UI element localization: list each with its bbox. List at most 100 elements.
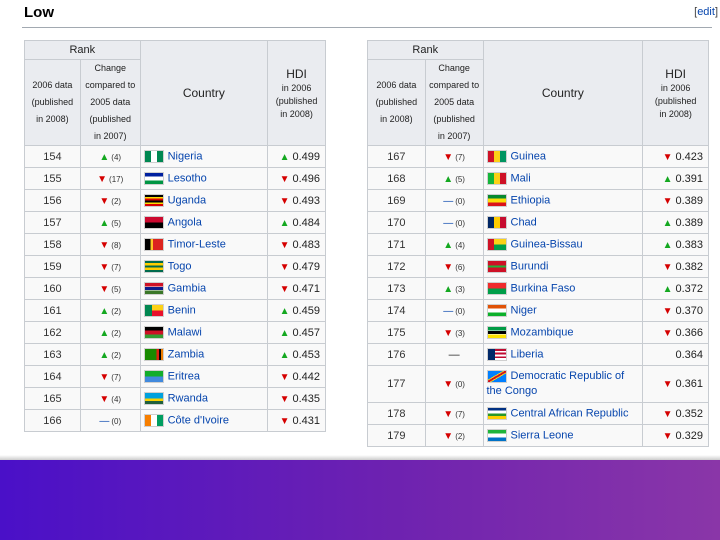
hdi-value: 0.352	[675, 407, 703, 420]
hdi-header-subline: (published	[275, 95, 318, 106]
hdi-up-icon: ▲	[662, 217, 673, 229]
change-cell: ▼ (4)	[79, 387, 141, 410]
rank-header: Rank	[367, 40, 484, 60]
table-row: 172 ▼ (6) Burundi ▼ 0.382	[367, 255, 709, 278]
change-header: Change compared to 2005 data (published in 2…	[79, 59, 141, 146]
hdi-value: 0.431	[292, 414, 320, 427]
change-amount: (5)	[455, 174, 465, 184]
country-link[interactable]: Mali	[511, 173, 531, 185]
table-row: 173 ▲ (3) Burkina Faso ▲ 0.372	[367, 277, 709, 300]
change-cell: ▲ (5)	[79, 211, 141, 234]
country-link[interactable]: Chad	[511, 217, 537, 229]
table-row: 158 ▼ (8) Timor-Leste ▼ 0.483	[24, 233, 326, 256]
country-link[interactable]: Lesotho	[168, 173, 207, 185]
hdi-cell: ▼ 0.442	[267, 365, 326, 388]
hdi-down-icon: ▼	[662, 305, 673, 317]
hdi-value: 0.366	[675, 326, 703, 339]
country-link[interactable]: Niger	[511, 305, 537, 317]
change-cell: ▲ (3)	[424, 277, 484, 300]
country-link[interactable]: Malawi	[168, 327, 202, 339]
country-link[interactable]: Angola	[168, 217, 202, 229]
hdi-value: 0.329	[675, 429, 703, 442]
rank-cell: 158	[24, 233, 81, 256]
country-link[interactable]: Ethiopia	[511, 195, 551, 207]
table-row: 178 ▼ (7) Central African Republic ▼ 0.352	[367, 402, 709, 425]
country-link[interactable]: Burkina Faso	[511, 283, 576, 295]
country-link[interactable]: Mozambique	[511, 327, 574, 339]
change-amount: (5)	[111, 218, 122, 228]
change-amount: (3)	[455, 284, 465, 294]
change-amount: (0)	[455, 218, 466, 228]
hdi-table-right: Rank Country HDI in 2006 (published in 2008) 2…	[367, 40, 709, 447]
hdi-cell: ▼ 0.423	[642, 145, 709, 168]
data-2006-header: 2006 data (published in 2008)	[24, 59, 81, 146]
change-down-icon: ▼	[443, 408, 454, 420]
hdi-down-icon: ▼	[279, 283, 290, 295]
country-link[interactable]: Guinea-Bissau	[511, 239, 583, 251]
change-cell: ▲ (4)	[79, 145, 141, 168]
hdi-value: 0.364	[675, 348, 703, 361]
change-header-line: Change	[438, 63, 470, 73]
table-row: 168 ▲ (5) Mali ▲ 0.391	[367, 167, 709, 190]
country-link[interactable]: Sierra Leone	[511, 430, 574, 442]
change-down-icon: ▼	[99, 393, 110, 405]
country-link[interactable]: Gambia	[168, 283, 207, 295]
table-row: 157 ▲ (5) Angola ▲ 0.484	[24, 211, 326, 234]
header-row: Rank Country HDI in 2006 (published in 2008)	[367, 40, 709, 146]
change-header-line: compared to	[85, 80, 136, 90]
table-row: 166— (0) Côte d'Ivoire ▼ 0.431	[24, 409, 326, 432]
hdi-cell: ▼ 0.382	[642, 255, 709, 278]
hdi-down-icon: ▼	[662, 327, 673, 339]
hdi-down-icon: ▼	[279, 393, 290, 405]
hdi-down-icon: ▼	[662, 408, 673, 420]
change-cell: ▼ (7)	[424, 402, 484, 425]
hdi-cell: ▲ 0.383	[642, 233, 709, 256]
country-link[interactable]: Central African Republic	[511, 408, 629, 420]
country-link[interactable]: Rwanda	[168, 393, 208, 405]
hdi-header-title: HDI	[665, 66, 686, 81]
country-link[interactable]: Côte d'Ivoire	[168, 415, 229, 427]
country-link[interactable]: Benin	[168, 305, 196, 317]
change-down-icon: ▼	[99, 371, 110, 383]
edit-link[interactable]: edit	[697, 6, 715, 18]
country-link[interactable]: Timor-Leste	[168, 239, 226, 251]
hdi-value: 0.471	[292, 282, 320, 295]
table-row: 167 ▼ (7) Guinea ▼ 0.423	[367, 145, 709, 168]
table-row: 160 ▼ (5) Gambia ▼ 0.471	[24, 277, 326, 300]
country-link[interactable]: Uganda	[168, 195, 207, 207]
hdi-cell: 0.364	[642, 343, 709, 366]
change-header: Change compared to 2005 data (published in 2…	[424, 59, 484, 146]
change-amount: (4)	[111, 394, 122, 404]
change-amount: (7)	[111, 262, 122, 272]
hdi-cell: ▼ 0.370	[642, 299, 709, 322]
change-up-icon: ▲	[443, 283, 454, 295]
rank-cell: 157	[24, 211, 81, 234]
country-link[interactable]: Burundi	[511, 261, 549, 273]
country-cell: Guinea-Bissau	[482, 233, 644, 256]
chad-flag	[486, 216, 507, 229]
country-link[interactable]: Nigeria	[168, 151, 203, 163]
hdi-header-subline: (published	[654, 95, 697, 106]
country-cell: Malawi	[139, 321, 269, 344]
rank-cell: 166	[24, 409, 81, 432]
change-amount: (17)	[109, 174, 124, 184]
country-link[interactable]: Liberia	[511, 349, 544, 361]
heading-divider	[22, 27, 712, 28]
country-link[interactable]: Togo	[168, 261, 192, 273]
rank-cell: 167	[367, 145, 426, 168]
hdi-value: 0.442	[292, 370, 320, 383]
country-link[interactable]: Guinea	[511, 151, 546, 163]
country-link[interactable]: Eritrea	[168, 371, 200, 383]
change-cell: ▲ (5)	[424, 167, 484, 190]
change-up-icon: ▲	[99, 327, 110, 339]
nigeria-flag	[143, 150, 164, 163]
country-link[interactable]: Democratic Republic of the Congo	[487, 370, 625, 397]
table-row: 174— (0) Niger ▼ 0.370	[367, 299, 709, 322]
table-row: 164 ▼ (7) Eritrea ▼ 0.442	[24, 365, 326, 388]
hdi-cell: ▼ 0.431	[267, 409, 326, 432]
rank-cell: 162	[24, 321, 81, 344]
country-link[interactable]: Zambia	[168, 349, 205, 361]
hdi-value: 0.389	[675, 216, 703, 229]
change-cell: — (0)	[424, 189, 484, 212]
hdi-value: 0.383	[675, 238, 703, 251]
